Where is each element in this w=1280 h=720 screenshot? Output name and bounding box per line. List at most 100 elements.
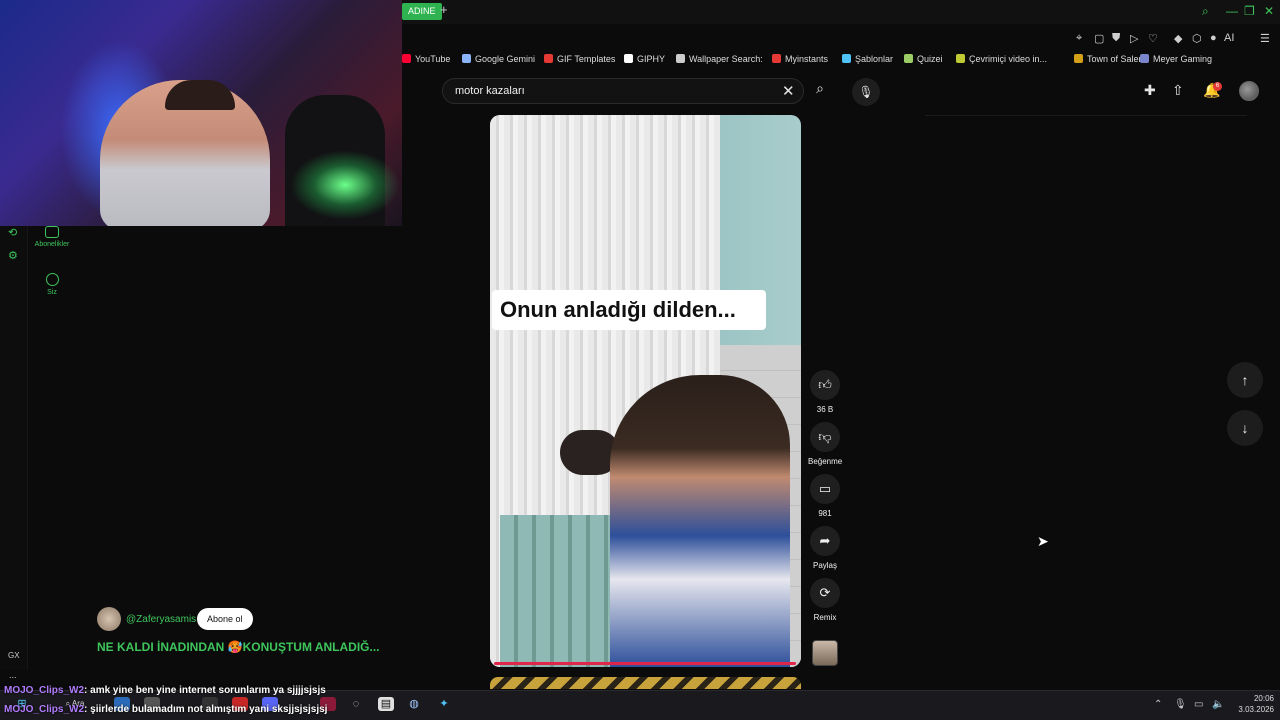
display-tray-icon[interactable]: ▭ [1194, 699, 1203, 710]
comment-icon: ▭ [810, 474, 840, 504]
bookmark-icon [402, 54, 411, 63]
comment-count: 981 [818, 509, 832, 518]
bookmark-item[interactable]: Wallpaper Search: [676, 54, 763, 64]
bookmark-label: Town of Salem [1087, 54, 1147, 64]
menu-icon[interactable]: ☰ [1260, 32, 1270, 45]
ai-button[interactable]: AI [1224, 32, 1234, 44]
like-button[interactable]: 👍︎ 36 B [808, 370, 842, 414]
volume-icon[interactable]: 🔈 [1212, 699, 1224, 710]
app-icon[interactable]: ▤ [378, 697, 394, 711]
channel-thumbnail[interactable] [812, 640, 838, 666]
remix-label: Remix [813, 613, 837, 622]
bookmark-label: Wallpaper Search: [689, 54, 763, 64]
bookmark-item[interactable]: Town of Salem [1074, 54, 1146, 64]
notification-badge: 6 [1213, 82, 1222, 91]
sidebar-item-you[interactable]: Siz [30, 273, 74, 296]
time: 20:06 [1253, 694, 1274, 703]
steam-icon[interactable]: ◍ [406, 697, 422, 711]
short-video-player[interactable] [490, 115, 801, 667]
bookmark-label: YouTube [415, 54, 451, 64]
chat-username: MOJO_Clips_W2 [4, 685, 85, 696]
app-icon[interactable]: ✦ [436, 697, 452, 711]
bookmark-icon [956, 54, 965, 63]
bookmark-icon [624, 54, 633, 63]
chat-message: MOJO_Clips_W2: amk yine ben yine interne… [4, 685, 326, 696]
bookmarks-bar: YouTube Google Gemini GIF Templates GIPHY Wa… [402, 52, 1280, 70]
next-short-button[interactable]: ↓ [1227, 410, 1263, 446]
close-window-icon[interactable]: ✕ [1264, 4, 1274, 18]
bookmark-icon [842, 54, 851, 63]
tab-bar: ADINE + ⌕ — ❐ ✕ [402, 0, 1280, 24]
bookmark-item[interactable]: GIPHY [624, 54, 665, 64]
video-title[interactable]: NE KALDI İNADINDAN 🥵KONUŞTUM ANLADIĞ... [97, 640, 380, 654]
pin-icon[interactable]: ⌖ [1076, 32, 1082, 45]
new-tab-button[interactable]: + [440, 2, 448, 17]
share-label: Paylaş [812, 561, 837, 570]
bookmark-item[interactable]: Google Gemini [462, 54, 535, 64]
sidebar-item-label: Abonelikler [34, 241, 70, 248]
taskbar-clock[interactable]: 20:06 3.03.2026 [1234, 693, 1274, 715]
bookmark-icon [1140, 54, 1149, 63]
maximize-icon[interactable]: ❐ [1244, 4, 1255, 18]
tray-chevron-icon[interactable]: ⌃ [1154, 699, 1162, 710]
comments-button[interactable]: ▭ 981 [808, 474, 842, 518]
chat-username: MOJO_Clips_W2 [4, 704, 85, 715]
heart-icon[interactable]: ♡ [1148, 32, 1158, 45]
shield-icon[interactable]: ⛊ [1112, 32, 1120, 45]
divider [925, 115, 1247, 123]
settings-icon[interactable]: ⚙ [8, 249, 18, 262]
chat-text: : amk yine ben yine internet sorunlarım … [84, 685, 326, 696]
dislike-button[interactable]: 👎︎ Beğenme [808, 422, 842, 466]
history-icon[interactable]: ⟲ [8, 226, 17, 239]
sidebar-item-subscriptions[interactable]: Abonelikler [30, 226, 74, 248]
bookmark-label: Myinstants [785, 54, 829, 64]
remix-button[interactable]: ⟳ Remix [808, 578, 842, 622]
extension-icon[interactable]: ◆ [1174, 32, 1182, 45]
upload-icon[interactable]: ⇧ [1172, 82, 1184, 99]
channel-avatar[interactable] [97, 607, 121, 631]
dislike-label: Beğenme [808, 457, 843, 466]
search-tabs-icon[interactable]: ⌕ [1202, 4, 1209, 19]
search-input[interactable]: motor kazaları [442, 78, 804, 104]
microphone-tray-icon[interactable]: 🎙 [1174, 699, 1187, 710]
create-icon[interactable]: ✚ [1144, 82, 1156, 99]
app-icon[interactable]: ◌ [348, 697, 364, 711]
bookmark-item[interactable]: Çevrimiçi video in... [956, 54, 1047, 64]
profile-icon[interactable]: ● [1210, 32, 1217, 44]
left-edge-panel [0, 226, 28, 670]
more-icon[interactable]: ... [9, 670, 17, 680]
bookmark-label: Quizei [917, 54, 943, 64]
puzzle-icon[interactable]: ⬡ [1192, 32, 1202, 45]
channel-name[interactable]: @Zaferyasamis [126, 614, 196, 625]
like-count: 36 B [816, 405, 834, 414]
share-icon: ➦ [810, 526, 840, 556]
subscribe-button[interactable]: Abone ol [197, 608, 253, 630]
share-button[interactable]: ➦ Paylaş [808, 526, 842, 570]
bookmark-icon [904, 54, 913, 63]
account-avatar[interactable] [1239, 81, 1259, 101]
bookmark-item[interactable]: YouTube [402, 54, 450, 64]
thumbs-up-icon: 👍︎ [810, 370, 840, 400]
bookmark-item[interactable]: Quizei [904, 54, 943, 64]
clear-search-icon[interactable]: ✕ [782, 82, 795, 100]
video-caption: Onun anladığı dilden... [492, 290, 766, 330]
next-video-preview[interactable] [490, 677, 801, 689]
bookmark-item[interactable]: Myinstants [772, 54, 828, 64]
bookmark-icon [676, 54, 685, 63]
bookmark-icon [462, 54, 471, 63]
chat-text: : şiirlerde bulamadım not almıştım yani … [84, 704, 328, 715]
video-progress-bar[interactable] [494, 662, 796, 665]
minimize-icon[interactable]: — [1226, 4, 1238, 18]
search-button[interactable]: ⌕ [808, 80, 832, 102]
previous-short-button[interactable]: ↑ [1227, 362, 1263, 398]
browser-toolbar: ⌖ ▢ ⛊ ▷ ♡ ◆ ⬡ ● AI ☰ [402, 28, 1280, 50]
snapshot-icon[interactable]: ▢ [1094, 32, 1104, 45]
active-tab[interactable]: ADINE [402, 3, 442, 20]
player-icon[interactable]: ▷ [1130, 32, 1138, 45]
bookmark-item[interactable]: Meyer Gaming [1140, 54, 1212, 64]
bookmark-item[interactable]: Şablonlar [842, 54, 893, 64]
mic-icon[interactable]: 🎙 [852, 78, 880, 106]
bookmark-icon [544, 54, 553, 63]
subscriptions-icon [45, 226, 59, 238]
bookmark-item[interactable]: GIF Templates [544, 54, 615, 64]
